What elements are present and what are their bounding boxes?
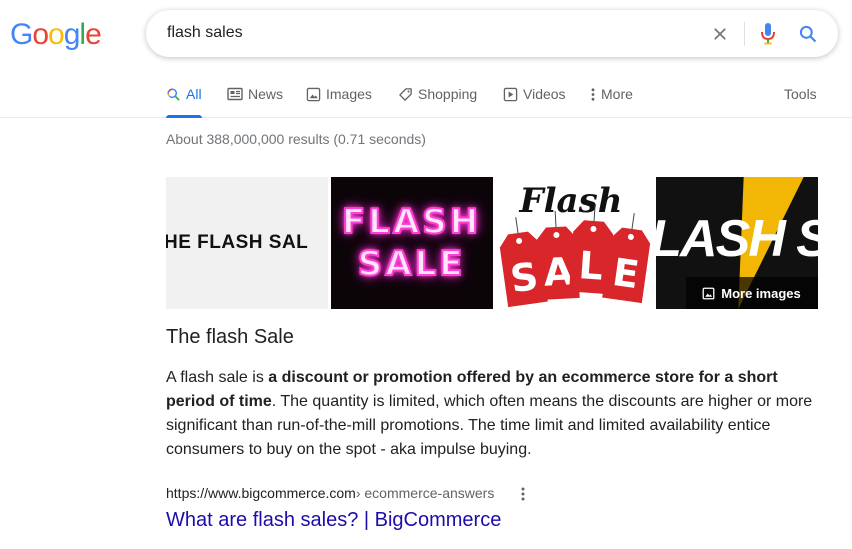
snippet-prefix: A flash sale is: [166, 369, 269, 386]
more-vert-icon: [521, 487, 525, 501]
logo-letter: e: [85, 18, 102, 51]
tab-shopping[interactable]: Shopping: [398, 70, 477, 118]
clear-button[interactable]: [700, 10, 740, 57]
thumbnail-text: HE FLASH SAL: [166, 232, 309, 253]
featured-snippet-text: A flash sale is a discount or promotion …: [166, 366, 826, 462]
tab-label: Shopping: [418, 86, 478, 102]
image-thumbnail[interactable]: HE FLASH SAL: [166, 177, 328, 309]
voice-search-button[interactable]: [748, 10, 788, 57]
sale-tags-graphic: SALE: [499, 205, 650, 308]
image-thumbnail[interactable]: FLASH SALE: [330, 177, 493, 309]
more-images-button[interactable]: More images: [686, 277, 818, 309]
more-vert-icon: [591, 87, 595, 101]
result-breadcrumb: › ecommerce-answers: [355, 485, 495, 501]
tab-more[interactable]: More: [590, 70, 633, 118]
image-thumbnail[interactable]: Flash SALE: [495, 177, 654, 309]
image-icon: [702, 287, 715, 299]
result-options-button[interactable]: [514, 483, 532, 505]
tab-all[interactable]: All: [166, 70, 202, 118]
image-thumbnail[interactable]: LASH SAL More images: [656, 177, 818, 309]
search-button[interactable]: [788, 10, 828, 57]
image-strip: HE FLASH SAL FLASH SALE Flash SALE LASH …: [166, 177, 818, 309]
result-stats: About 388,000,000 results (0.71 seconds): [166, 131, 426, 147]
mic-icon: [761, 22, 775, 44]
logo-letter: g: [63, 18, 81, 51]
newspaper-icon: [227, 87, 243, 101]
tab-label: News: [248, 86, 284, 102]
tab-label: Images: [326, 86, 372, 102]
logo-letter: o: [48, 18, 65, 51]
more-images-label: More images: [721, 285, 801, 301]
tab-news[interactable]: News: [227, 70, 283, 118]
featured-snippet-title: The flash Sale: [166, 326, 294, 348]
thumbnail-text: FLASH: [341, 201, 482, 243]
result-url[interactable]: https://www.bigcommerce.com › ecommerce-…: [166, 485, 494, 501]
search-box[interactable]: flash sales: [146, 10, 838, 57]
sale-tag: E: [601, 213, 650, 304]
logo-letter: o: [32, 18, 49, 51]
close-icon: [714, 27, 726, 40]
tab-videos[interactable]: Videos: [503, 70, 566, 118]
search-divider: [744, 22, 745, 46]
tools-button[interactable]: Tools: [784, 70, 817, 118]
tab-label: More: [601, 86, 633, 102]
tag-icon: [399, 87, 412, 101]
play-icon: [503, 87, 518, 101]
result-title-link[interactable]: What are flash sales? | BigCommerce: [166, 509, 501, 532]
thumbnail-text: SALE: [357, 243, 466, 285]
tab-label: All: [186, 86, 202, 102]
tab-label: Videos: [523, 86, 566, 102]
sale-tag-letter: L: [577, 243, 604, 289]
result-domain: https://www.bigcommerce.com: [166, 485, 356, 501]
tab-images[interactable]: Images: [306, 70, 372, 118]
google-logo[interactable]: Google: [10, 18, 102, 52]
search-icon: [167, 87, 180, 101]
search-icon: [799, 25, 817, 42]
search-input[interactable]: flash sales: [167, 24, 243, 42]
tools-label: Tools: [784, 86, 817, 102]
image-icon: [306, 87, 321, 101]
thumbnail-text: LASH SAL: [656, 210, 818, 268]
search-tabs: All News Images Shopping Videos More Too…: [0, 70, 852, 118]
logo-letter: G: [10, 18, 33, 51]
